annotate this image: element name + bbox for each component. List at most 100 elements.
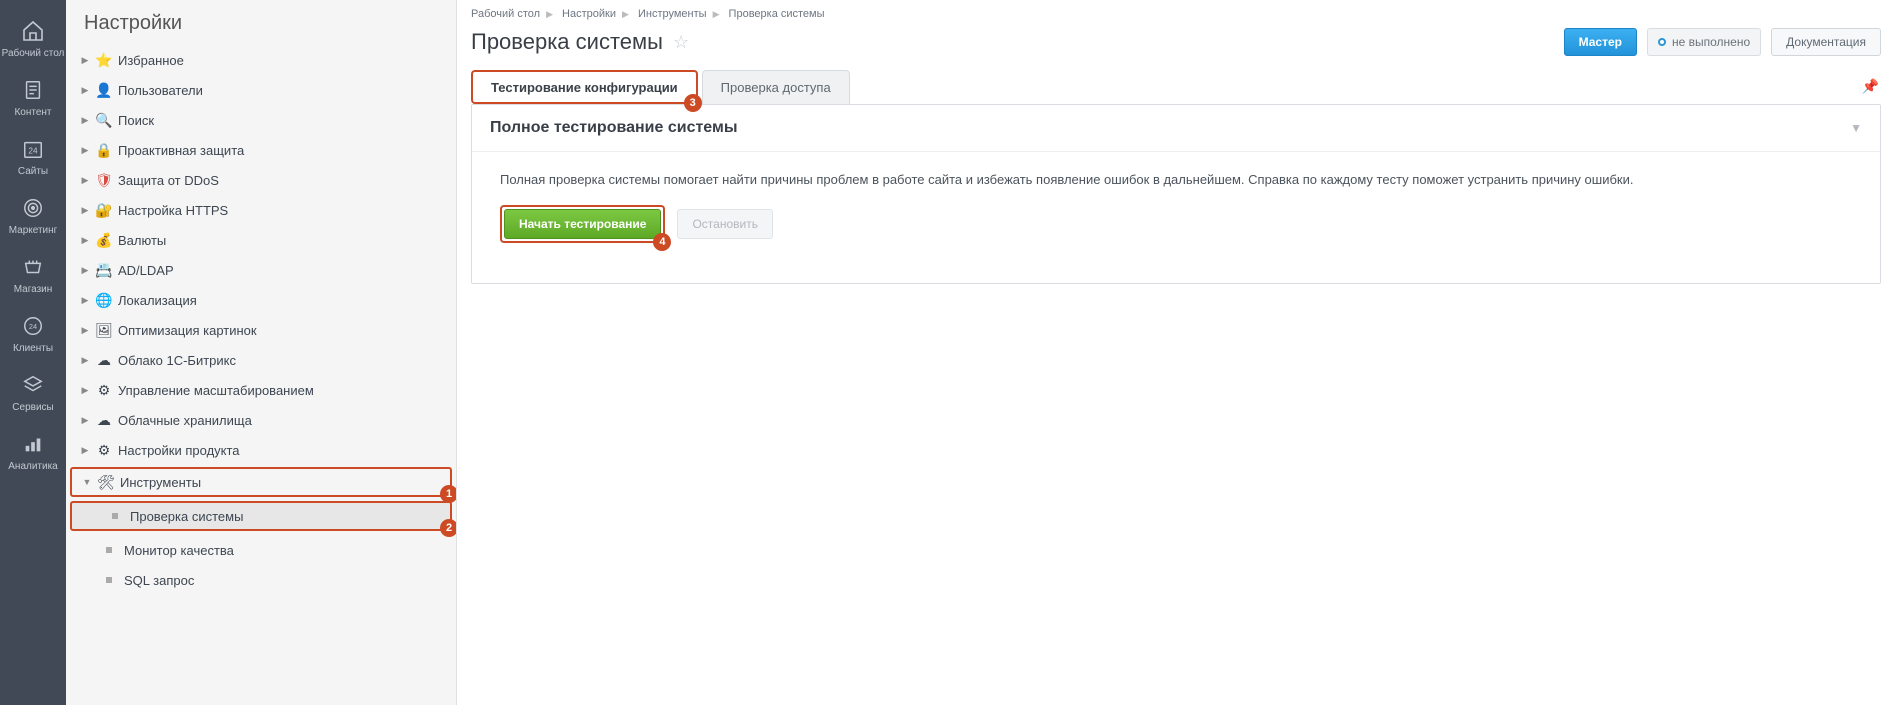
chevron-right-icon: ▶ (78, 413, 92, 427)
stop-test-button[interactable]: Остановить (677, 209, 773, 239)
tree-item-scale[interactable]: ▶⚙Управление масштабированием (66, 375, 456, 405)
tree-item-proactive[interactable]: ▶🔒Проактивная защита (66, 135, 456, 165)
nav-label: Сервисы (12, 402, 53, 413)
panel-body: Полная проверка системы помогает найти п… (472, 152, 1880, 283)
chevron-right-icon: ▶ (78, 293, 92, 307)
tree-label: Настройки продукта (118, 443, 240, 458)
chevron-right-icon: ▶ (78, 263, 92, 277)
nav-label: Сайты (18, 166, 48, 177)
tree-item-imgopt[interactable]: ▶🖼Оптимизация картинок (66, 315, 456, 345)
tabs: Тестирование конфигурации 3 Проверка дос… (457, 68, 1895, 104)
breadcrumb-item[interactable]: Инструменты (638, 8, 707, 20)
breadcrumb-item[interactable]: Рабочий стол (471, 8, 540, 20)
tree-label: Защита от DDoS (118, 173, 219, 188)
tree-label: Инструменты (120, 475, 201, 490)
chevron-right-icon: ▶ (78, 143, 92, 157)
tree-label: Пользователи (118, 83, 203, 98)
chevron-right-icon: ▶ (78, 83, 92, 97)
house-icon (20, 18, 46, 44)
annotation-badge-2: 2 (440, 519, 457, 537)
tree-item-search[interactable]: ▶🔍Поиск (66, 105, 456, 135)
tree-label: Монитор качества (124, 543, 234, 558)
annotation-badge-3: 3 (684, 94, 702, 112)
layers-icon (20, 372, 46, 398)
tree-label: AD/LDAP (118, 263, 174, 278)
clients-icon: 24 (20, 313, 46, 339)
chevron-right-icon: ▶ (78, 173, 92, 187)
lock-icon: 🔒 (96, 142, 112, 158)
tree-item-localization[interactable]: ▶🌐Локализация (66, 285, 456, 315)
search-icon: 🔍 (96, 112, 112, 128)
chevron-right-icon: ▶ (78, 443, 92, 457)
nav-marketing[interactable]: Маркетинг (0, 185, 66, 244)
tree-item-currency[interactable]: ▶💰Валюты (66, 225, 456, 255)
nav-content[interactable]: Контент (0, 67, 66, 126)
nav-label: Контент (14, 107, 51, 118)
nav-shop[interactable]: Магазин (0, 244, 66, 303)
tree-item-ddos[interactable]: ▶ 🛡 Защита от DDoS (66, 165, 456, 195)
shield-icon: 🛡 (96, 172, 112, 188)
master-button[interactable]: Мастер (1564, 28, 1637, 56)
tree-item-https[interactable]: ▶🔐Настройка HTTPS (66, 195, 456, 225)
chevron-right-icon: ▶ (78, 353, 92, 367)
nav-label: Рабочий стол (2, 48, 65, 59)
tree-item-adldap[interactable]: ▶ 📇 AD/LDAP (66, 255, 456, 285)
start-test-button[interactable]: Начать тестирование (504, 209, 661, 239)
nav-desktop[interactable]: Рабочий стол (0, 8, 66, 67)
gear-icon: ⚙ (96, 442, 112, 458)
bullet-icon (106, 547, 112, 553)
pin-icon[interactable]: 📌 (1862, 78, 1879, 95)
chevron-right-icon: ▶ (78, 383, 92, 397)
tree-label: Локализация (118, 293, 197, 308)
nav-sites[interactable]: 24 Сайты (0, 126, 66, 185)
ldap-icon: 📇 (96, 262, 112, 278)
nav-label: Магазин (14, 284, 53, 295)
sidebar-tree: ▶⭐Избранное ▶👤Пользователи ▶🔍Поиск ▶🔒Про… (66, 45, 456, 595)
nav-analytics[interactable]: Аналитика (0, 421, 66, 480)
tree-child-sql[interactable]: SQL запрос (66, 565, 456, 595)
documentation-button[interactable]: Документация (1771, 28, 1881, 56)
status-dot-icon (1658, 38, 1666, 46)
tree-item-cloud[interactable]: ▶☁Облако 1С-Битрикс (66, 345, 456, 375)
breadcrumb: Рабочий стол ▶ Настройки ▶ Инструменты ▶ Пр… (457, 0, 1895, 24)
chevron-right-icon: ▶ (622, 9, 629, 19)
bullet-icon (106, 577, 112, 583)
tree-child-system-check[interactable]: Проверка системы 2 (70, 501, 452, 531)
target-icon (20, 195, 46, 221)
chart-icon (20, 431, 46, 457)
tree-item-users[interactable]: ▶👤Пользователи (66, 75, 456, 105)
panel-header[interactable]: Полное тестирование системы ▼ (472, 105, 1880, 152)
chevron-right-icon: ▶ (546, 9, 553, 19)
tools-icon: 🛠 (98, 474, 114, 490)
panel-description: Полная проверка системы помогает найти п… (500, 172, 1852, 187)
cloud-icon: ☁ (96, 352, 112, 368)
favorite-star-icon[interactable]: ☆ (673, 32, 689, 53)
chevron-right-icon: ▶ (78, 113, 92, 127)
tab-config-test[interactable]: Тестирование конфигурации 3 (471, 70, 698, 104)
chevron-right-icon: ▶ (78, 323, 92, 337)
tree-child-quality-monitor[interactable]: Монитор качества (66, 535, 456, 565)
cart-icon (20, 254, 46, 280)
svg-text:24: 24 (29, 322, 37, 331)
breadcrumb-item[interactable]: Проверка системы (729, 8, 825, 20)
https-icon: 🔐 (96, 202, 112, 218)
tree-item-tools[interactable]: ▼ 🛠 Инструменты 1 (70, 467, 452, 497)
tab-access-check[interactable]: Проверка доступа (702, 70, 850, 104)
breadcrumb-item[interactable]: Настройки (562, 8, 616, 20)
page-header: Проверка системы ☆ Мастер не выполнено Д… (457, 24, 1895, 68)
tree-item-favorites[interactable]: ▶⭐Избранное (66, 45, 456, 75)
nav-services[interactable]: Сервисы (0, 362, 66, 421)
tree-item-productsettings[interactable]: ▶ ⚙ Настройки продукта (66, 435, 456, 465)
tree-item-storage[interactable]: ▶☁Облачные хранилища (66, 405, 456, 435)
chevron-right-icon: ▶ (78, 203, 92, 217)
sidebar-title: Настройки (66, 12, 456, 45)
tree-label: Валюты (118, 233, 166, 248)
calendar-icon: 24 (20, 136, 46, 162)
page-title: Проверка системы (471, 29, 663, 55)
status-indicator: не выполнено (1647, 28, 1761, 56)
image-icon: 🖼 (96, 322, 112, 338)
nav-clients[interactable]: 24 Клиенты (0, 303, 66, 362)
chevron-right-icon: ▶ (713, 9, 720, 19)
svg-text:24: 24 (28, 147, 38, 156)
left-nav: Рабочий стол Контент 24 Сайты Маркетинг … (0, 0, 66, 705)
